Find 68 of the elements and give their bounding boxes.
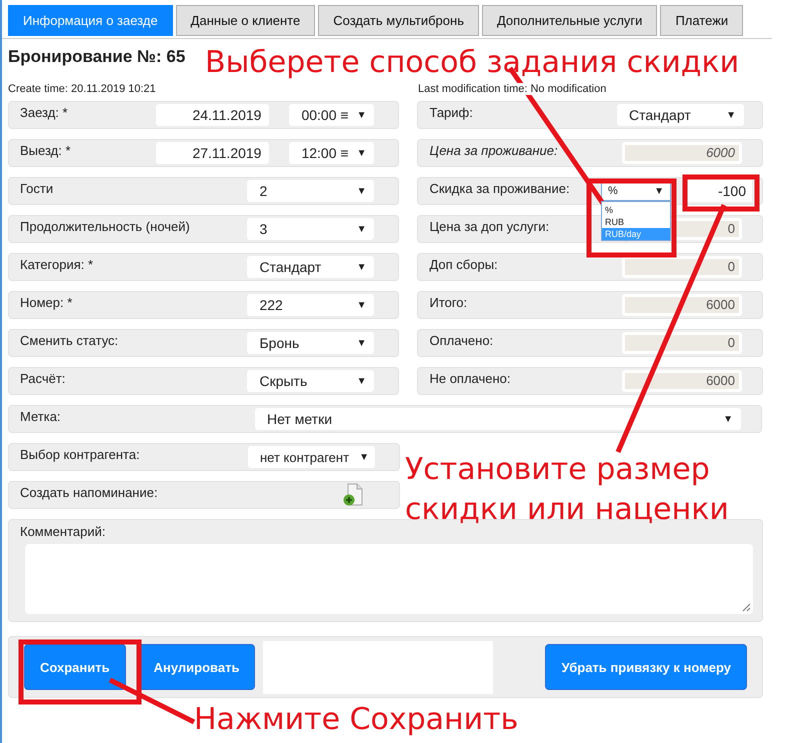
select-field[interactable]: Нет метки ▼ bbox=[255, 408, 741, 430]
field-label: Цена за проживание: bbox=[429, 143, 558, 158]
date-field[interactable]: 27.11.2019 bbox=[156, 142, 270, 164]
date-field[interactable]: 24.11.2019 bbox=[156, 104, 270, 126]
discount-field[interactable]: -100 bbox=[686, 180, 752, 202]
readonly-field: 6000 bbox=[622, 370, 742, 392]
create-time: Create time: 20.11.2019 10:21 bbox=[8, 83, 157, 95]
action-button[interactable]: Убрать привязку к номеру bbox=[545, 644, 747, 690]
tab[interactable]: Данные о клиенте bbox=[176, 5, 316, 36]
caret-icon: ▼ bbox=[356, 148, 366, 158]
last-modification-time: Last modification time: No modification bbox=[418, 83, 606, 95]
annotation-text: Нажмите Сохранить bbox=[194, 701, 518, 739]
field-label: Цена за доп услуги: bbox=[429, 219, 550, 234]
readonly-field: 0 bbox=[622, 256, 742, 278]
field-label: Оплачено: bbox=[429, 333, 494, 348]
tab[interactable]: Дополнительные услуги bbox=[482, 5, 658, 36]
action-button[interactable]: Сохранить bbox=[24, 644, 126, 690]
resize-grip-icon[interactable] bbox=[741, 602, 751, 612]
select-field[interactable]: 3 ▼ bbox=[247, 218, 374, 240]
tab[interactable]: Информация о заезде bbox=[8, 5, 173, 36]
comment-field[interactable] bbox=[25, 544, 753, 614]
select-field[interactable]: 222 ▼ bbox=[247, 294, 374, 316]
caret-icon: ▼ bbox=[359, 452, 369, 462]
time-select[interactable]: 00:00 ≡ ▼ bbox=[289, 104, 374, 126]
caret-icon: ▼ bbox=[356, 224, 366, 234]
field-label: Выбор контрагента: bbox=[20, 447, 140, 462]
field-label: Номер: * bbox=[20, 295, 72, 310]
caret-icon: ▼ bbox=[356, 338, 366, 348]
field-label: Выезд: * bbox=[20, 143, 71, 158]
caret-icon: ▼ bbox=[726, 110, 736, 120]
select-field[interactable]: Стандарт ▼ bbox=[247, 256, 374, 278]
dropdown-option[interactable]: % bbox=[602, 204, 670, 216]
tab[interactable]: Платежи bbox=[660, 5, 744, 36]
select-field[interactable]: 2 ▼ bbox=[247, 180, 374, 202]
field-label: Создать напоминание: bbox=[20, 485, 158, 500]
caret-icon: ▼ bbox=[356, 262, 366, 272]
annotation-text: Установите размер скидки или наценки bbox=[405, 451, 730, 529]
field-label: Категория: * bbox=[20, 257, 94, 272]
field-label: Сменить статус: bbox=[20, 333, 118, 348]
readonly-field: 0 bbox=[622, 332, 742, 354]
field-label: Комментарий: bbox=[20, 524, 106, 539]
tab[interactable]: Создать мультибронь bbox=[318, 5, 479, 36]
annotation-text: Выберете способ задания скидки bbox=[205, 44, 740, 82]
select-field[interactable]: Бронь ▼ bbox=[247, 332, 374, 354]
field-label: Не оплачено: bbox=[429, 371, 511, 386]
caret-icon: ▼ bbox=[356, 376, 366, 386]
field-label: Продолжительность (ночей) bbox=[20, 219, 190, 234]
select-field[interactable]: Стандарт ▼ bbox=[617, 104, 744, 126]
select-field[interactable]: нет контрагент ▼ bbox=[248, 446, 375, 468]
add-document-icon[interactable] bbox=[343, 483, 363, 507]
field-label: Гости bbox=[20, 181, 54, 196]
booking-title: Бронирование №: 65 bbox=[8, 47, 186, 67]
caret-icon: ▼ bbox=[356, 186, 366, 196]
field-label: Расчёт: bbox=[20, 371, 66, 386]
caret-icon: ▼ bbox=[356, 300, 366, 310]
field-label: Доп сборы: bbox=[429, 257, 498, 272]
caret-icon: ▼ bbox=[654, 186, 664, 196]
field-label: Заезд: * bbox=[20, 105, 68, 120]
readonly-field: 6000 bbox=[622, 294, 742, 316]
field-label: Метка: bbox=[20, 409, 61, 424]
field-label: Скидка за проживание: bbox=[429, 181, 570, 196]
select-field[interactable]: Скрыть ▼ bbox=[247, 370, 374, 392]
field-label: Итого: bbox=[429, 295, 468, 310]
time-select[interactable]: 12:00 ≡ ▼ bbox=[289, 142, 374, 164]
caret-icon: ▼ bbox=[356, 110, 366, 120]
caret-icon: ▼ bbox=[723, 414, 733, 424]
readonly-field: 6000 bbox=[622, 142, 742, 164]
field-label: Тариф: bbox=[429, 105, 473, 120]
